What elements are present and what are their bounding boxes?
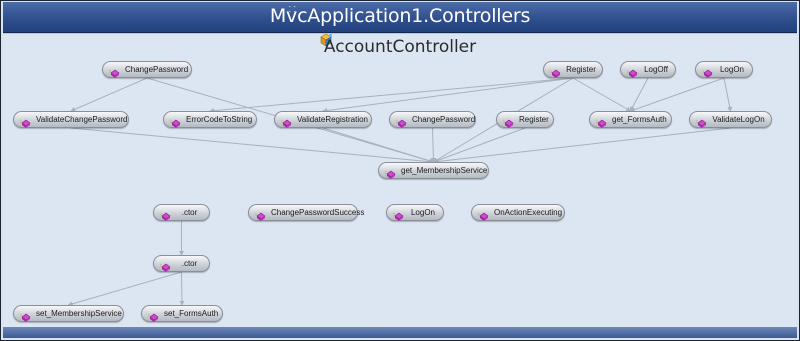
method-node-ctor-1[interactable]: .ctor [153, 204, 210, 221]
edge-register-top-to-get-formsauth [572, 77, 632, 112]
method-icon [280, 114, 294, 128]
method-label: OnActionExecuting [494, 208, 563, 217]
method-label: LogOn [410, 208, 436, 217]
method-label: LogOn [719, 65, 745, 74]
edge-changepassword-mid-to-get-membershipservice [430, 127, 436, 163]
method-icon [502, 114, 516, 128]
method-icon [626, 64, 640, 78]
edge-logon-top-to-get-formsauth [629, 77, 725, 112]
method-node-validateregistration[interactable]: ValidateRegistration [274, 111, 372, 128]
method-icon [147, 308, 161, 322]
method-icon [701, 64, 715, 78]
method-icon [108, 64, 122, 78]
method-node-logoff[interactable]: LogOff [620, 61, 676, 78]
edge-changepassword-top-to-validatechangepassword [70, 77, 148, 112]
method-node-get-formsauth[interactable]: get_FormsAuth [589, 111, 672, 128]
method-label: Register [519, 115, 549, 124]
method-icon [695, 114, 709, 128]
method-node-onactionexecuting[interactable]: OnActionExecuting [471, 204, 565, 221]
method-icon [392, 207, 406, 221]
edge-register-top-to-errorcodetostring [209, 77, 574, 114]
method-icon [254, 207, 268, 221]
method-label: LogOff [644, 65, 668, 74]
method-node-set-formsauth[interactable]: set_FormsAuth [141, 305, 223, 322]
method-icon [549, 64, 563, 78]
method-label: ValidateChangePassword [36, 115, 128, 124]
method-node-errorcodetostring[interactable]: ErrorCodeToString [163, 111, 257, 128]
method-node-validatelogon[interactable]: ValidateLogOn [689, 111, 772, 128]
method-node-logon-low[interactable]: LogOn [386, 204, 444, 221]
method-node-changepassword-top[interactable]: ChangePassword [102, 61, 192, 78]
method-node-register-top[interactable]: Register [543, 61, 603, 78]
edge-ctor-2-to-set-membershipservice [67, 271, 182, 307]
method-icon [169, 114, 183, 128]
method-node-ctor-2[interactable]: .ctor [153, 255, 210, 272]
method-label: ValidateLogOn [712, 115, 765, 124]
diagram-window: ⸬ MvcApplication1.Controllers AccountCon… [0, 0, 800, 341]
method-label: ChangePassword [125, 65, 189, 74]
edge-ctor-2-to-set-formsauth [179, 271, 185, 306]
method-node-validatechangepassword[interactable]: ValidateChangePassword [13, 111, 129, 128]
method-icon [159, 207, 173, 221]
method-node-changepasswordsuccess[interactable]: ChangePasswordSuccess [248, 204, 364, 221]
method-label: set_MembershipService [36, 309, 122, 318]
method-label: .ctor [181, 208, 198, 217]
method-icon [595, 114, 609, 128]
method-label: ChangePasswordSuccess [271, 208, 365, 217]
method-label: get_MembershipService [401, 166, 488, 175]
method-label: set_FormsAuth [164, 309, 219, 318]
method-label: get_FormsAuth [612, 115, 667, 124]
method-icon [19, 114, 33, 128]
method-icon [395, 114, 409, 128]
method-label: ErrorCodeToString [186, 115, 253, 124]
method-node-get-membershipservice[interactable]: get_MembershipService [378, 162, 489, 179]
method-icon [19, 308, 33, 322]
method-icon [477, 207, 491, 221]
method-label: .ctor [181, 259, 198, 268]
method-node-changepassword-mid[interactable]: ChangePassword [389, 111, 476, 128]
method-node-logon-top[interactable]: LogOn [695, 61, 753, 78]
method-icon [159, 258, 173, 272]
edge-logon-top-to-validatelogon [723, 77, 733, 112]
method-label: ValidateRegistration [297, 115, 369, 124]
method-node-register-mid[interactable]: Register [496, 111, 554, 128]
method-node-set-membershipservice[interactable]: set_MembershipService [13, 305, 124, 322]
method-icon [384, 165, 398, 179]
method-label: ChangePassword [412, 115, 476, 124]
method-label: Register [566, 65, 596, 74]
edge-register-top-to-validateregistration [322, 77, 574, 113]
